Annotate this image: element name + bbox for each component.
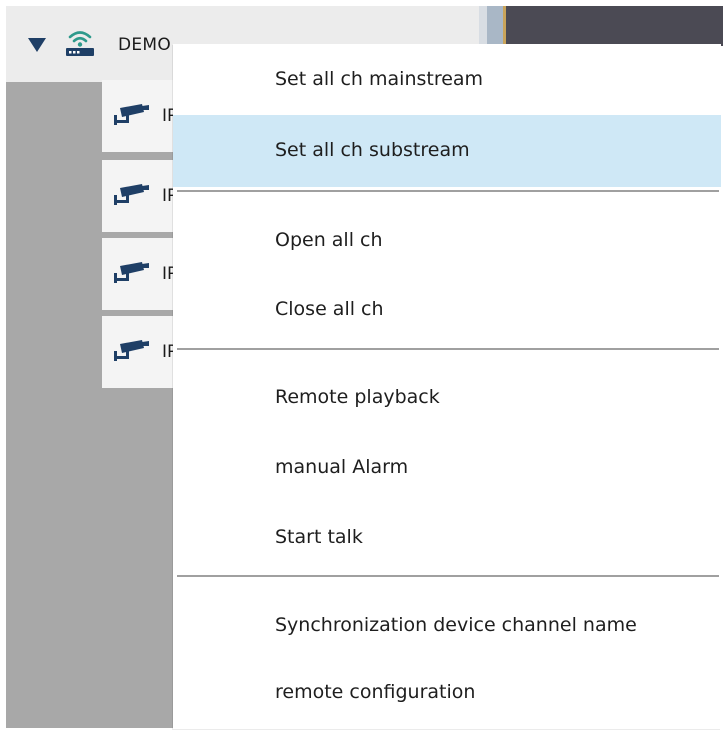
menu-separator bbox=[177, 575, 719, 577]
panel-splitter[interactable] bbox=[479, 6, 509, 46]
menu-item-label: Remote playback bbox=[275, 386, 440, 408]
menu-item-label: Synchronization device channel name bbox=[275, 614, 637, 636]
menu-item-open-all[interactable]: Open all ch bbox=[173, 205, 721, 277]
wifi-router-icon bbox=[66, 31, 94, 56]
menu-item-label: manual Alarm bbox=[275, 456, 409, 478]
menu-item-set-all-mainstream[interactable]: Set all ch mainstream bbox=[173, 44, 721, 116]
menu-item-label: Open all ch bbox=[275, 229, 383, 251]
menu-item-manual-alarm[interactable]: manual Alarm bbox=[173, 432, 721, 504]
menu-item-close-all[interactable]: Close all ch bbox=[173, 274, 721, 346]
menu-item-sync-channel-name[interactable]: Synchronization device channel name bbox=[173, 590, 721, 662]
menu-separator bbox=[177, 190, 719, 192]
menu-separator bbox=[177, 348, 719, 350]
ip-camera-icon bbox=[114, 184, 149, 205]
screen: DEMO IP IP IP IP Set all ch mainstream S… bbox=[0, 0, 723, 731]
menu-item-label: Close all ch bbox=[275, 298, 384, 320]
ip-camera-icon bbox=[114, 340, 149, 361]
video-panel bbox=[506, 6, 723, 46]
expand-arrow-icon[interactable] bbox=[28, 38, 46, 52]
ip-camera-icon bbox=[114, 104, 149, 125]
context-menu: Set all ch mainstream Set all ch substre… bbox=[173, 44, 721, 729]
menu-item-label: remote configuration bbox=[275, 681, 476, 703]
ip-camera-icon bbox=[114, 262, 149, 283]
menu-item-start-talk[interactable]: Start talk bbox=[173, 502, 721, 574]
menu-item-label: Set all ch substream bbox=[275, 139, 470, 161]
menu-item-set-all-substream[interactable]: Set all ch substream bbox=[173, 115, 721, 187]
menu-item-remote-configuration[interactable]: remote configuration bbox=[173, 657, 721, 729]
device-name-label: DEMO bbox=[118, 35, 172, 55]
menu-item-label: Set all ch mainstream bbox=[275, 68, 484, 90]
menu-item-remote-playback[interactable]: Remote playback bbox=[173, 362, 721, 434]
menu-item-label: Start talk bbox=[275, 526, 363, 548]
